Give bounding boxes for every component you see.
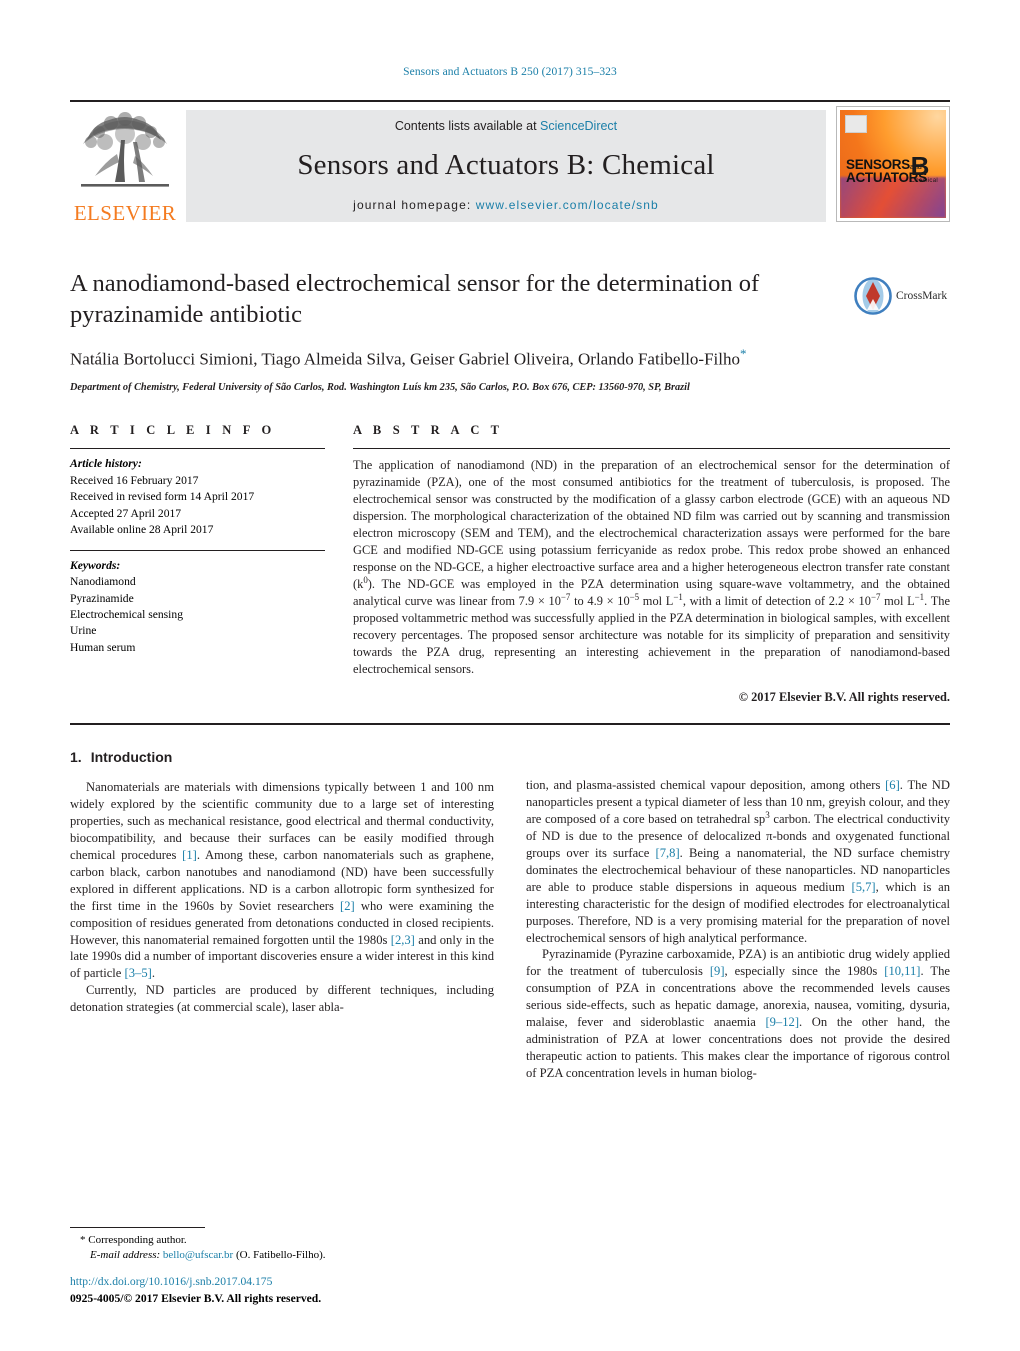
affiliation: Department of Chemistry, Federal Univers… [70, 382, 690, 394]
history-item-1: Received in revised form 14 April 2017 [70, 490, 255, 504]
email-label: E-mail address: [90, 1249, 161, 1262]
elsevier-logo: ELSEVIER [70, 102, 180, 228]
author-list: Natália Bortolucci Simioni, Tiago Almeid… [70, 345, 850, 371]
contents-available-line: Contents lists available at ScienceDirec… [395, 119, 617, 133]
cover-artwork: SENSORSand ACTUATORS B Chemical [840, 110, 946, 218]
running-head: Sensors and Actuators B 250 (2017) 315–3… [403, 66, 617, 78]
page-footer: http://dx.doi.org/10.1016/j.snb.2017.04.… [70, 1274, 321, 1308]
paragraph-left-0: Nanomaterials are materials with dimensi… [70, 780, 494, 981]
abstract-column: A B S T R A C T The application of nanod… [353, 423, 950, 706]
corresponding-author-marker: * [739, 346, 747, 362]
article-page: Sensors and Actuators B 250 (2017) 315–3… [0, 0, 1020, 1351]
homepage-prefix: journal homepage: [353, 198, 476, 212]
corresponding-author-footnote: * Corresponding author. E-mail address: … [70, 1227, 490, 1263]
email-link[interactable]: bello@ufscar.br [163, 1249, 233, 1261]
info-abstract-row: A R T I C L E I N F O Article history: R… [70, 423, 950, 706]
intro-left-text: Nanomaterials are materials with dimensi… [70, 779, 494, 1016]
keywords-group: Keywords: Nanodiamond Pyrazinamide Elect… [70, 551, 325, 657]
section-heading-introduction: 1. Introduction [70, 749, 494, 765]
article-history-label: Article history: [70, 457, 142, 471]
abstract-heading: A B S T R A C T [353, 423, 504, 438]
abstract-text: The application of nanodiamond (ND) in t… [353, 458, 950, 677]
cover-letter-sub: Chemical [910, 177, 938, 184]
keyword-3: Urine [70, 624, 97, 638]
keywords-label: Keywords: [70, 558, 121, 572]
section-number: 1. [70, 749, 82, 766]
issn-copyright-line: 0925-4005/© 2017 Elsevier B.V. All right… [70, 1292, 322, 1306]
cover-letter-glyph: B [910, 151, 930, 182]
journal-title: Sensors and Actuators B: Chemical [297, 149, 715, 181]
body-columns: 1. Introduction Nanomaterials are materia… [70, 749, 950, 1082]
journal-masthead: ELSEVIER Contents lists available at Sci… [70, 100, 950, 228]
masthead-center: Contents lists available at ScienceDirec… [186, 110, 826, 222]
paragraph-right-0: tion, and plasma-assisted chemical vapou… [526, 778, 950, 945]
section-title: Introduction [90, 749, 173, 766]
body-column-left: 1. Introduction Nanomaterials are materia… [70, 749, 494, 1082]
history-item-0: Received 16 February 2017 [70, 473, 199, 487]
paragraph-right-1: Pyrazinamide (Pyrazine carboxamide, PZA)… [526, 947, 950, 1081]
crossmark-label: CrossMark [896, 290, 948, 302]
footnote-corresponding-line: * Corresponding author. [70, 1233, 490, 1248]
abstract-body: The application of nanodiamond (ND) in t… [353, 449, 950, 706]
sciencedirect-link[interactable]: ScienceDirect [540, 119, 617, 133]
footnote-email-line: E-mail address: bello@ufscar.br (O. Fati… [70, 1248, 490, 1263]
cover-line1: SENSORS [846, 156, 910, 172]
journal-homepage-line: journal homepage: www.elsevier.com/locat… [353, 198, 659, 212]
elsevier-wordmark: ELSEVIER [73, 201, 177, 225]
crossmark-badge[interactable]: CrossMark [854, 270, 950, 322]
cover-elsevier-mark-icon [845, 115, 867, 133]
doi-link[interactable]: http://dx.doi.org/10.1016/j.snb.2017.04.… [70, 1274, 321, 1291]
keyword-0: Nanodiamond [70, 575, 136, 589]
abstract-copyright: © 2017 Elsevier B.V. All rights reserved… [738, 690, 950, 705]
authors-text: Natália Bortolucci Simioni, Tiago Almeid… [70, 349, 740, 369]
article-history-group: Article history: Received 16 February 20… [70, 449, 325, 538]
keyword-1: Pyrazinamide [70, 591, 134, 605]
footnote-asterisk: * [80, 1234, 86, 1247]
abstract-bottom-rule [70, 723, 950, 726]
history-item-3: Available online 28 April 2017 [70, 523, 214, 537]
article-info-column: A R T I C L E I N F O Article history: R… [70, 423, 325, 706]
footnote-rule [70, 1227, 205, 1229]
paragraph-left-1: Currently, ND particles are produced by … [70, 983, 494, 1015]
cover-letter-b: B Chemical [910, 153, 938, 184]
body-column-right: tion, and plasma-assisted chemical vapou… [526, 749, 950, 1082]
article-info-heading: A R T I C L E I N F O [70, 423, 276, 438]
keyword-4: Human serum [70, 640, 136, 654]
title-block: A nanodiamond-based electrochemical sens… [70, 268, 950, 393]
journal-homepage-link[interactable]: www.elsevier.com/locate/snb [476, 198, 659, 212]
journal-cover-thumbnail: SENSORSand ACTUATORS B Chemical [836, 106, 950, 222]
elsevier-tree-icon [81, 112, 169, 187]
right-column-spacer [526, 749, 950, 777]
email-owner: (O. Fatibello-Filho). [235, 1249, 326, 1262]
keyword-2: Electrochemical sensing [70, 607, 183, 621]
crossmark-icon [854, 277, 892, 315]
intro-right-text: tion, and plasma-assisted chemical vapou… [526, 777, 950, 1082]
footnote-corresponding-text: Corresponding author. [88, 1234, 187, 1247]
contents-prefix: Contents lists available at [394, 119, 541, 133]
page-title: A nanodiamond-based electrochemical sens… [70, 270, 760, 329]
history-item-2: Accepted 27 April 2017 [70, 506, 182, 520]
